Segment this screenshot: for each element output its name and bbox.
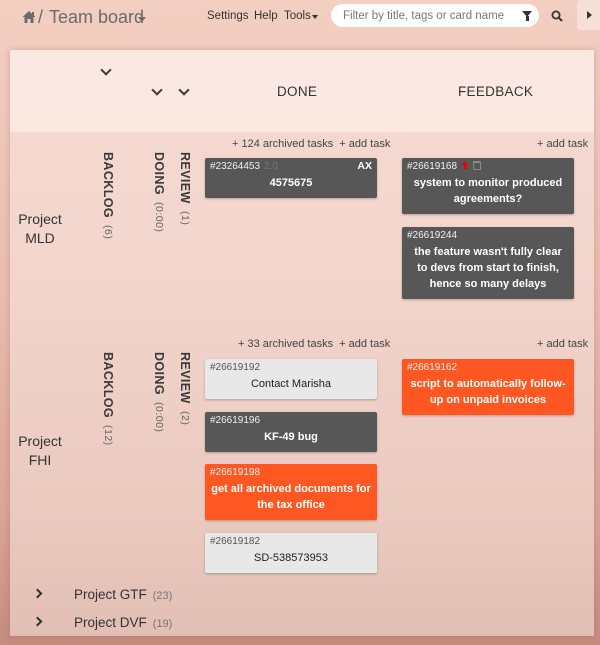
project-name-line1: Project: [18, 211, 62, 227]
settings-link[interactable]: Settings: [207, 10, 249, 22]
collapse-backlog-chevron-down-icon[interactable]: [100, 64, 112, 76]
project-name-line2: MLD: [25, 230, 55, 246]
home-icon[interactable]: [22, 10, 36, 24]
column-header-done: DONE: [277, 84, 318, 99]
task-card[interactable]: #26619168 system to monitor produced agr…: [402, 158, 574, 214]
card-id-text: #26619168: [407, 161, 458, 172]
card-title: get all archived documents for the tax o…: [211, 483, 371, 511]
sidebar-toggle-button[interactable]: [577, 0, 600, 30]
add-task-link[interactable]: + add task: [339, 138, 390, 150]
project-name[interactable]: Project FHI: [10, 432, 70, 470]
swimlane-project-mld: Project MLD BACKLOG (6) DOING (0:00) REVIE…: [10, 132, 594, 332]
arrow-up-icon: [462, 161, 469, 170]
card-title: Contact Marisha: [250, 378, 332, 390]
column-count: (0:00): [153, 201, 165, 233]
column-label: REVIEW: [178, 152, 192, 204]
column-label: BACKLOG: [101, 352, 115, 418]
project-name[interactable]: Project MLD: [10, 210, 70, 248]
filter-input[interactable]: [343, 8, 513, 23]
project-name-line2: FHI: [28, 452, 52, 468]
done-lane-actions: + 33 archived tasks + add task: [238, 338, 390, 350]
search-box: [331, 4, 539, 27]
chevron-right-icon[interactable]: [32, 588, 43, 599]
card-id: #26619168: [407, 161, 482, 172]
archived-tasks-link[interactable]: + 33 archived tasks: [238, 338, 333, 350]
add-task-link[interactable]: + add task: [537, 138, 588, 150]
tools-menu[interactable]: Tools: [284, 10, 311, 22]
project-name: Project GTF (23): [74, 587, 172, 602]
collapsed-column-backlog[interactable]: BACKLOG (12): [101, 352, 115, 446]
task-card[interactable]: #26619162 script to automatically follow…: [402, 359, 574, 415]
board-header: DONE FEEDBACK: [10, 50, 594, 132]
card-id: #26619192: [210, 362, 261, 373]
add-task-link[interactable]: + add task: [537, 338, 588, 350]
help-link[interactable]: Help: [254, 10, 278, 22]
project-count: (19): [152, 618, 173, 630]
card-assignee: AX: [357, 160, 372, 172]
card-title: script to automatically follow-up on unp…: [410, 378, 566, 406]
task-card[interactable]: #26619244 the feature wasn't fully clear…: [402, 227, 574, 299]
task-card[interactable]: #23264453 2.0 AX 4575675: [205, 158, 377, 198]
card-title: KF-49 bug: [264, 431, 318, 443]
project-name-line1: Project: [18, 433, 62, 449]
collapsed-column-review[interactable]: REVIEW (2): [178, 352, 192, 425]
project-count: (23): [152, 590, 173, 602]
project-name-text: Project GTF: [74, 587, 147, 602]
card-title: the feature wasn't fully clear to devs f…: [414, 246, 562, 290]
top-navigation-bar: / Team board Settings Help Tools: [0, 0, 600, 36]
collapsed-column-review[interactable]: REVIEW (1): [178, 152, 192, 225]
collapsed-project-dvf[interactable]: Project DVF (19): [10, 608, 594, 636]
breadcrumb-separator: /: [38, 7, 44, 27]
collapsed-column-backlog[interactable]: BACKLOG (6): [101, 152, 115, 239]
feedback-lane-actions: + add task: [537, 338, 588, 350]
card-id: #26619198: [210, 467, 261, 478]
collapsed-project-gtf[interactable]: Project GTF (23): [10, 580, 594, 608]
project-name-text: Project DVF: [74, 615, 147, 630]
card-id: #26619244: [407, 230, 458, 241]
column-count: (1): [179, 210, 191, 226]
card-estimate: 2.0: [264, 161, 278, 172]
column-label: DOING: [152, 352, 166, 395]
feedback-lane-actions: + add task: [537, 138, 588, 150]
column-count: (12): [102, 425, 114, 446]
board-title[interactable]: Team board: [49, 7, 144, 28]
card-id: #26619182: [210, 536, 261, 547]
task-card[interactable]: #26619196 KF-49 bug: [205, 412, 377, 452]
column-label: BACKLOG: [101, 152, 115, 218]
collapsed-column-doing[interactable]: DOING (0:00): [152, 152, 166, 232]
add-task-link[interactable]: + add task: [339, 338, 390, 350]
collapse-review-chevron-down-icon[interactable]: [178, 84, 190, 96]
collapsed-column-doing[interactable]: DOING (0:00): [152, 352, 166, 432]
kanban-board: DONE FEEDBACK Project MLD BACKLOG (6) DOI…: [10, 50, 594, 636]
card-id: #26619162: [407, 362, 458, 373]
archived-tasks-link[interactable]: + 124 archived tasks: [232, 138, 333, 150]
collapse-doing-chevron-down-icon[interactable]: [151, 84, 163, 96]
card-title: 4575675: [269, 177, 313, 189]
project-name: Project DVF (19): [74, 615, 172, 630]
task-card[interactable]: #26619182 SD-538573953: [205, 533, 377, 573]
calendar-icon: [473, 161, 482, 170]
swimlane-project-fhi: Project FHI BACKLOG (12) DOING (0:00) REVI…: [10, 332, 594, 582]
card-id: #23264453 2.0: [210, 161, 278, 172]
tools-caret-icon[interactable]: [312, 15, 318, 19]
column-count: (2): [179, 410, 191, 426]
search-icon[interactable]: [551, 10, 563, 22]
task-card[interactable]: #26619192 Contact Marisha: [205, 359, 377, 399]
column-label: REVIEW: [178, 352, 192, 404]
column-label: DOING: [152, 152, 166, 195]
column-count: (0:00): [153, 401, 165, 433]
column-count: (6): [102, 225, 114, 240]
card-title: SD-538573953: [253, 552, 328, 564]
card-title: system to monitor produced agreements?: [413, 177, 563, 205]
filter-icon[interactable]: [522, 11, 532, 21]
done-lane-actions: + 124 archived tasks + add task: [232, 138, 390, 150]
card-id: #26619196: [210, 415, 261, 426]
card-id-text: #23264453: [210, 161, 261, 172]
board-dropdown-caret-icon[interactable]: [138, 17, 146, 22]
column-header-feedback: FEEDBACK: [458, 84, 534, 99]
chevron-right-icon[interactable]: [32, 616, 43, 627]
task-card[interactable]: #26619198 get all archived documents for…: [205, 464, 377, 520]
